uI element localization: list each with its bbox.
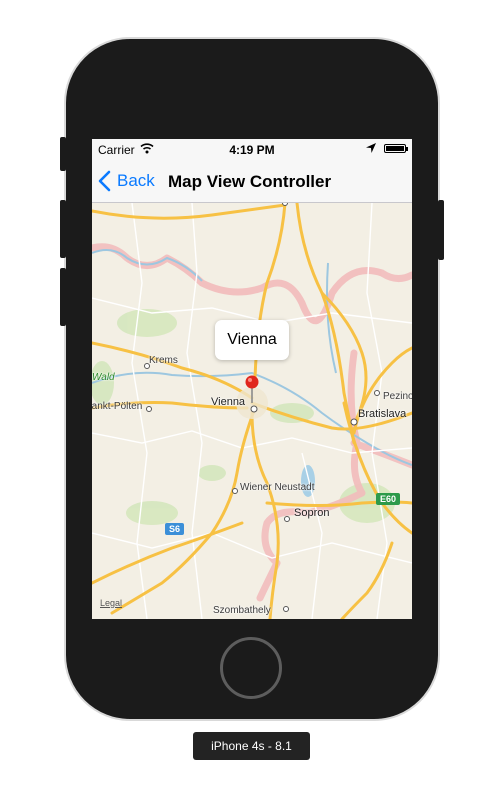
place-label-bratislava: Bratislava <box>358 408 407 420</box>
place-label-vienna: Vienna <box>211 396 246 408</box>
place-label-krems: Krems <box>149 355 178 366</box>
simulator-device-label: iPhone 4s - 8.1 <box>193 732 310 760</box>
power-button <box>438 200 444 260</box>
page-title: Map View Controller <box>168 172 332 191</box>
legal-link[interactable]: Legal <box>100 598 122 608</box>
place-label-wald: Wald <box>92 372 115 383</box>
back-label: Back <box>117 171 155 190</box>
place-label-wiener-neustadt: Wiener Neustadt <box>240 482 315 493</box>
screen: Carrier 4:19 PM Back Map View Controller <box>92 139 412 619</box>
location-arrow-icon <box>366 143 376 153</box>
map-pin-icon[interactable] <box>243 374 261 404</box>
volume-down-button <box>60 268 66 326</box>
back-button[interactable]: Back <box>98 167 155 195</box>
status-bar: Carrier 4:19 PM <box>92 139 412 159</box>
battery-fill <box>386 146 404 151</box>
battery-tip <box>406 147 408 151</box>
place-label-pezinok: Pezino <box>383 391 412 402</box>
map-view[interactable]: Krems Wald Sankt-Pölten Vienna Bratislav… <box>92 203 412 619</box>
navigation-bar: Back Map View Controller <box>92 159 412 203</box>
road-shield-e60: E60 <box>376 493 401 505</box>
annotation-callout[interactable]: Vienna <box>215 320 289 360</box>
place-label-st-polten: Sankt-Pölten <box>92 401 143 412</box>
home-button[interactable] <box>220 637 282 699</box>
volume-up-button <box>60 200 66 258</box>
chevron-left-icon <box>98 170 111 192</box>
status-time: 4:19 PM <box>229 143 275 157</box>
mute-switch <box>60 137 66 171</box>
place-label-szombathely: Szombathely <box>213 605 271 616</box>
battery-icon <box>384 144 406 153</box>
road-shield-s6: S6 <box>165 523 185 535</box>
place-label-sopron: Sopron <box>294 507 330 519</box>
